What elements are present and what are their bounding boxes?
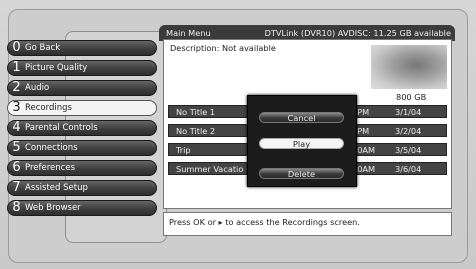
page-title: Main Menu — [166, 28, 211, 38]
recording-date: 3/5/04 — [395, 145, 422, 155]
recording-date: 3/6/04 — [395, 164, 422, 174]
menu-item-web-browser[interactable]: 8 Web Browser — [7, 200, 157, 216]
menu-item-label: Picture Quality — [25, 63, 88, 73]
menu-item-number: 8 — [12, 200, 21, 215]
play-button[interactable]: Play — [259, 138, 344, 149]
menu-item-label: Web Browser — [25, 203, 81, 213]
menu-item-parental-controls[interactable]: 4 Parental Controls — [7, 120, 157, 136]
menu-item-recordings[interactable]: 3 Recordings — [7, 100, 157, 116]
recording-title: No Title 2 — [176, 126, 216, 136]
menu-item-number: 3 — [12, 100, 21, 115]
menu-item-assisted-setup[interactable]: 7 Assisted Setup — [7, 180, 157, 196]
menu-item-label: Assisted Setup — [25, 183, 88, 193]
delete-button[interactable]: Delete — [259, 168, 344, 179]
preview-thumbnail — [371, 45, 447, 89]
menu-item-number: 7 — [12, 180, 21, 195]
menu-item-number: 5 — [12, 140, 21, 155]
recording-title: Summer Vacatio — [176, 164, 244, 174]
menu-item-number: 1 — [12, 60, 21, 75]
menu-item-label: Preferences — [25, 163, 75, 173]
menu-item-picture-quality[interactable]: 1 Picture Quality — [7, 60, 157, 76]
recording-title: No Title 1 — [176, 107, 216, 117]
recording-date: 3/1/04 — [395, 107, 422, 117]
help-text: Press OK or ▸ to access the Recordings s… — [163, 212, 452, 236]
menu-item-number: 6 — [12, 160, 21, 175]
recording-action-popup: Cancel Play Delete — [247, 95, 357, 187]
menu-item-audio[interactable]: 2 Audio — [7, 80, 157, 96]
menu-item-label: Audio — [25, 83, 50, 93]
menu-item-go-back[interactable]: 0 Go Back — [7, 40, 157, 56]
menu-item-preferences[interactable]: 6 Preferences — [7, 160, 157, 176]
cancel-button[interactable]: Cancel — [259, 112, 344, 123]
menu-item-label: Connections — [25, 143, 78, 153]
recording-date: 3/2/04 — [395, 126, 422, 136]
menu-item-label: Parental Controls — [25, 123, 98, 133]
menu-item-number: 2 — [12, 80, 21, 95]
description-text: Description: Not available — [170, 43, 276, 53]
menu-item-number: 0 — [12, 40, 21, 55]
menu-item-label: Recordings — [25, 103, 72, 113]
menu-item-connections[interactable]: 5 Connections — [7, 140, 157, 156]
menu-item-number: 4 — [12, 120, 21, 135]
recording-title: Trip — [176, 145, 191, 155]
disk-capacity: 800 GB — [396, 92, 427, 102]
menu-item-label: Go Back — [25, 43, 61, 53]
